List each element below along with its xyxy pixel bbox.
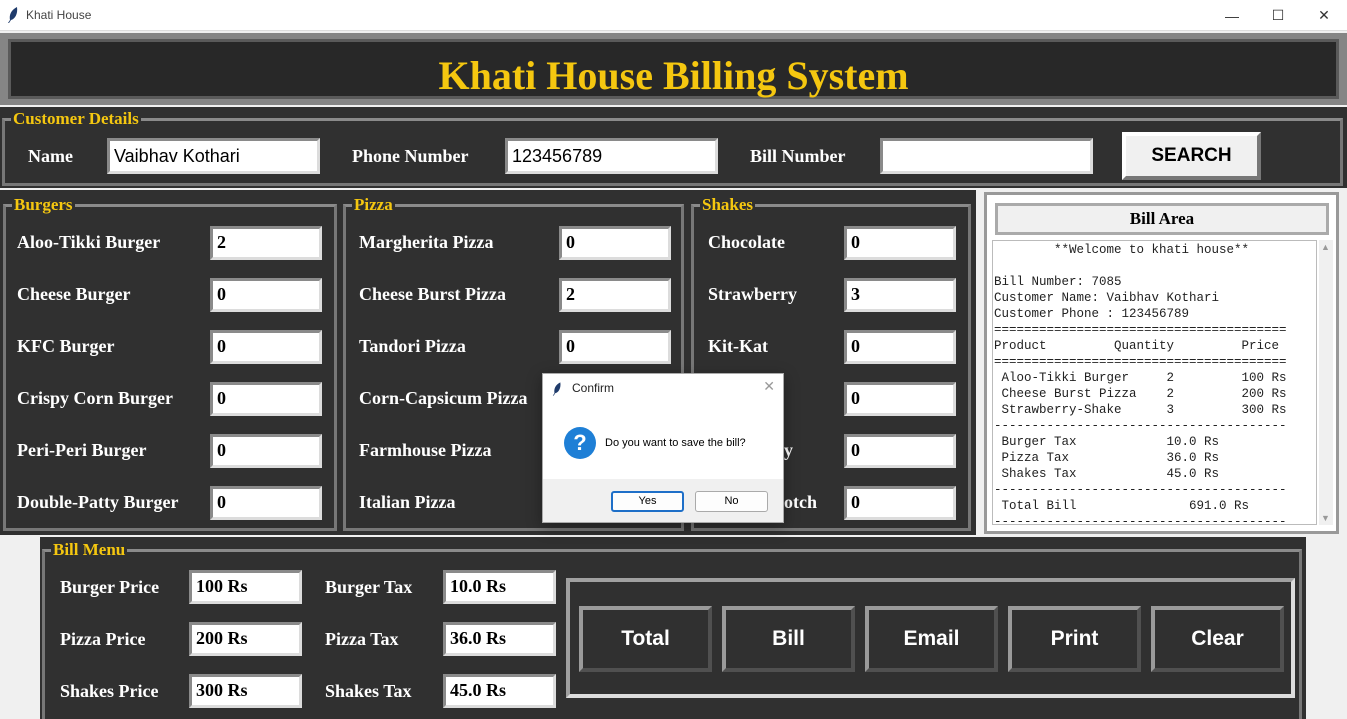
quantity-field[interactable]: 0: [210, 278, 322, 312]
quantity-field[interactable]: 3: [844, 278, 956, 312]
menu-item-label: otch: [784, 492, 817, 512]
quantity-field[interactable]: 0: [844, 486, 956, 520]
dialog-message: Do you want to save the bill?: [605, 437, 746, 449]
header-inner: Khati House Billing System: [8, 39, 1339, 99]
total-button-label: Total: [621, 627, 670, 650]
dialog-close-icon[interactable]: ✕: [763, 378, 775, 395]
question-icon: ?: [564, 427, 596, 459]
name-field[interactable]: Vaibhav Kothari: [107, 138, 320, 174]
quantity-field[interactable]: 0: [844, 434, 956, 468]
menu-item-label: Tandori Pizza: [359, 336, 466, 356]
dialog-footer: Yes No: [543, 479, 783, 522]
pizza-price-field[interactable]: 200 Rs: [189, 622, 302, 656]
menu-item-label: Strawberry: [708, 284, 797, 304]
feather-icon: [552, 382, 561, 396]
menu-item-label: KFC Burger: [17, 336, 115, 356]
quantity-field[interactable]: 2: [210, 226, 322, 260]
bill-text: **Welcome to khati house** Bill Number: …: [994, 243, 1287, 525]
confirm-dialog: Confirm ✕ ? Do you want to save the bill…: [542, 373, 784, 523]
print-button-label: Print: [1050, 627, 1099, 650]
minimize-button[interactable]: —: [1209, 0, 1255, 31]
shakes-tax-label: Shakes Tax: [325, 681, 412, 701]
menu-item-label: Cheese Burger: [17, 284, 131, 304]
menu-item-label: Peri-Peri Burger: [17, 440, 147, 460]
menu-item-label: Farmhouse Pizza: [359, 440, 492, 460]
quantity-field[interactable]: 0: [210, 434, 322, 468]
no-button-label: No: [724, 495, 739, 507]
menu-item-label: Aloo-Tikki Burger: [17, 232, 161, 252]
email-button[interactable]: Email: [865, 606, 998, 672]
shakes-price-field[interactable]: 300 Rs: [189, 674, 302, 708]
menu-item-label: Corn-Capsicum Pizza: [359, 388, 528, 408]
maximize-button[interactable]: ☐: [1255, 0, 1301, 31]
burger-price-field[interactable]: 100 Rs: [189, 570, 302, 604]
bill-area-title: Bill Area: [995, 203, 1329, 235]
window-titlebar: Khati House — ☐ ✕: [0, 0, 1347, 31]
yes-button[interactable]: Yes: [611, 491, 684, 512]
quantity-field[interactable]: 0: [844, 226, 956, 260]
menu-item-label: Crispy Corn Burger: [17, 388, 173, 408]
burgers-legend: Burgers: [12, 195, 75, 215]
bill-scrollbar[interactable]: ▲ ▼: [1319, 240, 1333, 525]
page-title: Khati House Billing System: [438, 53, 909, 98]
menu-item-label: Kit-Kat: [708, 336, 768, 356]
bill-menu-legend: Bill Menu: [51, 540, 128, 560]
pizza-tax-field[interactable]: 36.0 Rs: [443, 622, 556, 656]
dialog-title: Confirm: [572, 381, 615, 395]
minimize-icon: —: [1225, 7, 1239, 24]
search-button[interactable]: SEARCH: [1122, 132, 1261, 180]
yes-button-label: Yes: [638, 495, 657, 507]
burger-tax-label: Burger Tax: [325, 577, 413, 597]
shakes-price-label: Shakes Price: [60, 681, 159, 701]
search-button-label: SEARCH: [1151, 145, 1232, 166]
quantity-field[interactable]: 0: [210, 486, 322, 520]
pizza-legend: Pizza: [352, 195, 395, 215]
shakes-legend: Shakes: [700, 195, 756, 215]
bill-menu-panel: Bill Menu Burger Price 100 Rs Pizza Pric…: [40, 537, 1306, 719]
shakes-tax-field[interactable]: 45.0 Rs: [443, 674, 556, 708]
bill-text-area[interactable]: **Welcome to khati house** Bill Number: …: [992, 240, 1317, 525]
pizza-tax-label: Pizza Tax: [325, 629, 399, 649]
customer-legend: Customer Details: [11, 109, 141, 129]
close-window-button[interactable]: ✕: [1301, 0, 1347, 31]
quantity-field[interactable]: 0: [844, 330, 956, 364]
maximize-icon: ☐: [1271, 7, 1285, 23]
feather-icon: [8, 7, 18, 23]
bill-number-field[interactable]: [880, 138, 1093, 174]
bill-number-label: Bill Number: [750, 146, 846, 166]
menu-item-label: Chocolate: [708, 232, 785, 252]
phone-field[interactable]: 123456789: [505, 138, 718, 174]
customer-panel: Customer Details Name Vaibhav Kothari Ph…: [0, 107, 1347, 188]
clear-button[interactable]: Clear: [1151, 606, 1284, 672]
close-icon: ✕: [1318, 7, 1330, 23]
bill-button[interactable]: Bill: [722, 606, 855, 672]
total-button[interactable]: Total: [579, 606, 712, 672]
quantity-field[interactable]: 2: [559, 278, 671, 312]
print-button[interactable]: Print: [1008, 606, 1141, 672]
bill-area-panel: Bill Area **Welcome to khati house** Bil…: [984, 192, 1339, 534]
email-button-label: Email: [903, 627, 960, 650]
quantity-field[interactable]: 0: [210, 382, 322, 416]
quantity-field[interactable]: 0: [210, 330, 322, 364]
quantity-field[interactable]: 0: [559, 330, 671, 364]
window-title: Khati House: [26, 8, 92, 22]
bill-button-label: Bill: [772, 627, 805, 650]
phone-label: Phone Number: [352, 146, 469, 166]
scroll-down-icon[interactable]: ▼: [1321, 513, 1330, 523]
pizza-price-label: Pizza Price: [60, 629, 146, 649]
name-label: Name: [28, 146, 73, 166]
quantity-field[interactable]: 0: [559, 226, 671, 260]
header-panel: Khati House Billing System: [0, 33, 1347, 105]
menu-item-label: Italian Pizza: [359, 492, 456, 512]
burger-price-label: Burger Price: [60, 577, 160, 597]
burger-tax-field[interactable]: 10.0 Rs: [443, 570, 556, 604]
quantity-field[interactable]: 0: [844, 382, 956, 416]
no-button[interactable]: No: [695, 491, 768, 512]
menu-item-label: Cheese Burst Pizza: [359, 284, 506, 304]
clear-button-label: Clear: [1191, 627, 1244, 650]
menu-item-label: Margherita Pizza: [359, 232, 494, 252]
menu-item-label: Double-Patty Burger: [17, 492, 179, 512]
scroll-up-icon[interactable]: ▲: [1321, 242, 1330, 252]
